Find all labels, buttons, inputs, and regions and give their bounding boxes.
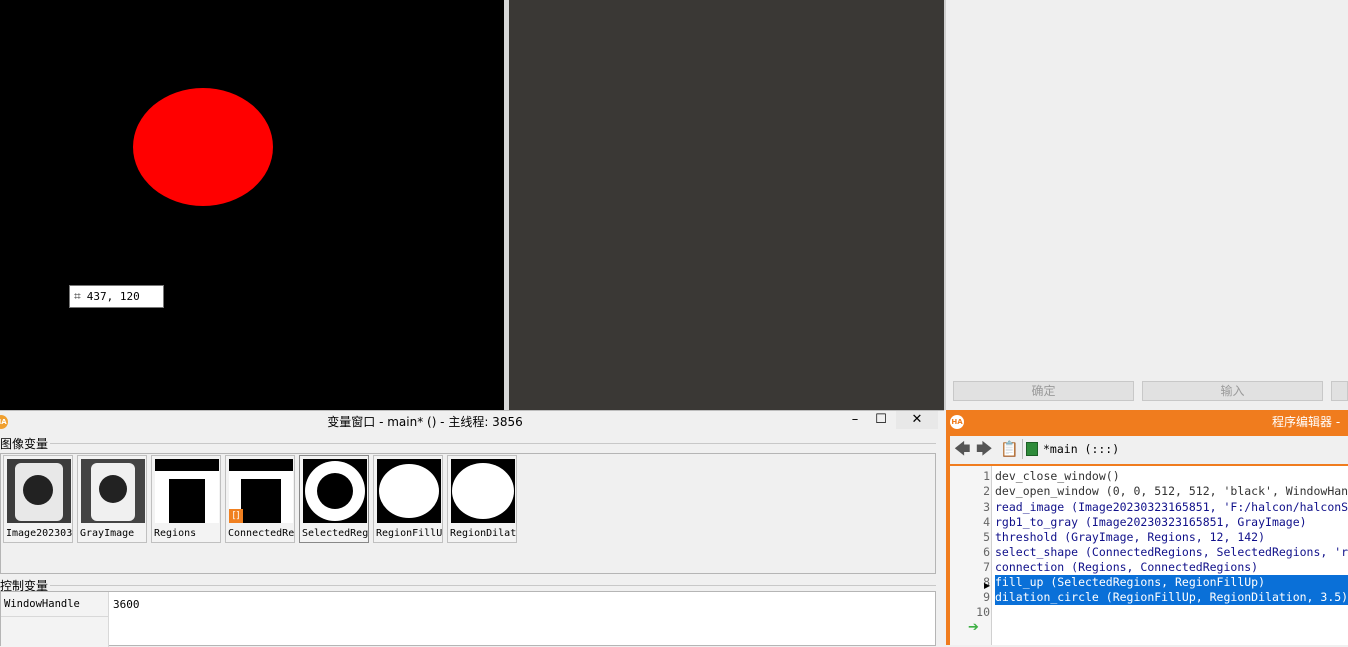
program-editor-title: 程序编辑器 - [1272, 415, 1341, 429]
code-line[interactable]: select_shape (ConnectedRegions, Selected… [995, 545, 1348, 560]
line-number: 6 [983, 545, 990, 559]
line-number: 4 [983, 515, 990, 529]
iconic-variables-panel: Image2023032 GrayImage Regions [] Connec… [0, 453, 936, 574]
iconic-var-thumb[interactable]: GrayImage [77, 455, 147, 543]
line-number: 9 [983, 590, 990, 604]
variable-window: HA 变量窗口 - main* () - 主线程: 3856 – ☐ ✕ 图像变… [0, 410, 944, 647]
iconic-var-name: RegionDilat [450, 528, 516, 539]
divider [50, 585, 936, 586]
extra-button[interactable] [1331, 381, 1348, 401]
divider [1022, 439, 1023, 459]
code-line[interactable]: rgb1_to_gray (Image20230323165851, GrayI… [995, 515, 1307, 530]
control-var-name[interactable]: WindowHandle [4, 598, 80, 610]
iconic-var-name: Image2023032 [6, 528, 72, 539]
minimize-icon[interactable]: – [842, 411, 868, 429]
iconic-var-thumb[interactable]: SelectedReg [299, 455, 369, 543]
region-display [133, 88, 273, 206]
ok-button[interactable]: 确定 [953, 381, 1134, 401]
maximize-icon[interactable]: ☐ [868, 411, 894, 429]
iconic-var-name: ConnectedRe [228, 528, 294, 539]
line-number-gutter: 1 2 3 4 5 6 7 8 9 10 ▶ ➔ [950, 466, 992, 645]
forward-arrow-icon[interactable]: 🡆 [976, 441, 993, 457]
clipboard-icon[interactable]: 📋 [1000, 441, 1019, 457]
code-line-selected[interactable]: fill_up (SelectedRegions, RegionFillUp) [995, 575, 1348, 590]
thumbnail-image: [] [229, 459, 293, 523]
crosshair-icon: ⌗ [74, 289, 81, 303]
thumbnail-image [7, 459, 71, 523]
close-icon[interactable]: ✕ [896, 411, 938, 429]
procedure-icon [1026, 442, 1038, 456]
variable-window-title: 变量窗口 - main* () - 主线程: 3856 [327, 415, 523, 429]
thumbnail-image [377, 459, 441, 523]
variable-window-titlebar: HA 变量窗口 - main* () - 主线程: 3856 – ☐ ✕ [0, 411, 944, 433]
divider [1, 616, 109, 617]
editor-toolbar: 🡄 🡆 📋 *main (:::) [950, 436, 1348, 464]
graphics-window[interactable]: ⌗ 437, 120 [0, 0, 504, 410]
dialog-panel: 确定 输入 [946, 0, 1348, 410]
program-editor-window: HA 程序编辑器 - 🡄 🡆 📋 *main (:::) 1 2 3 4 5 6… [946, 410, 1348, 645]
code-line[interactable]: connection (Regions, ConnectedRegions) [995, 560, 1258, 575]
code-line[interactable]: threshold (GrayImage, Regions, 12, 142) [995, 530, 1265, 545]
iconic-var-name: SelectedReg [302, 528, 368, 539]
line-number: 10 [976, 605, 990, 619]
iconic-var-thumb[interactable]: RegionDilat [447, 455, 517, 543]
coordinate-tooltip: ⌗ 437, 120 [69, 285, 164, 308]
iconic-var-thumb[interactable]: Regions [151, 455, 221, 543]
control-var-value: 3600 [113, 598, 140, 611]
iconic-var-thumb[interactable]: RegionFillU [373, 455, 443, 543]
program-counter-arrow-icon: ➔ [968, 620, 979, 635]
code-line[interactable]: read_image (Image20230323165851, 'F:/hal… [995, 500, 1348, 515]
back-arrow-icon[interactable]: 🡄 [954, 441, 971, 457]
iconic-variables-label: 图像变量 [0, 437, 49, 451]
iconic-var-thumb[interactable]: [] ConnectedRe [225, 455, 295, 543]
control-variables-panel: WindowHandle 3600 [0, 591, 936, 647]
iconic-var-name: Regions [154, 528, 197, 539]
code-editor[interactable]: 1 2 3 4 5 6 7 8 9 10 ▶ ➔ dev_close_windo… [950, 466, 1348, 645]
line-number: 2 [983, 484, 990, 498]
code-line[interactable]: dev_open_window (0, 0, 512, 512, 'black'… [995, 484, 1348, 499]
line-number: 7 [983, 560, 990, 574]
graphics-background [509, 0, 944, 410]
halcon-logo-icon: HA [950, 415, 964, 429]
thumbnail-image [81, 459, 145, 523]
code-line[interactable]: dev_close_window() [995, 469, 1120, 484]
input-button[interactable]: 输入 [1142, 381, 1323, 401]
thumbnail-image [303, 459, 367, 523]
iconic-var-name: GrayImage [80, 528, 135, 539]
code-line-selected[interactable]: dilation_circle (RegionFillUp, RegionDil… [995, 590, 1348, 605]
array-badge-icon: [] [229, 509, 243, 523]
thumbnail-image [451, 459, 515, 523]
coordinate-readout: 437, 120 [86, 290, 140, 303]
iconic-var-name: RegionFillU [376, 528, 442, 539]
divider [50, 443, 936, 444]
iconic-var-thumb[interactable]: Image2023032 [3, 455, 73, 543]
line-number: 5 [983, 530, 990, 544]
procedure-selector[interactable]: *main (:::) [1043, 442, 1119, 456]
line-number: 3 [983, 500, 990, 514]
insert-cursor-icon: ▶ [984, 581, 991, 590]
line-number: 1 [983, 469, 990, 483]
thumbnail-image [155, 459, 219, 523]
